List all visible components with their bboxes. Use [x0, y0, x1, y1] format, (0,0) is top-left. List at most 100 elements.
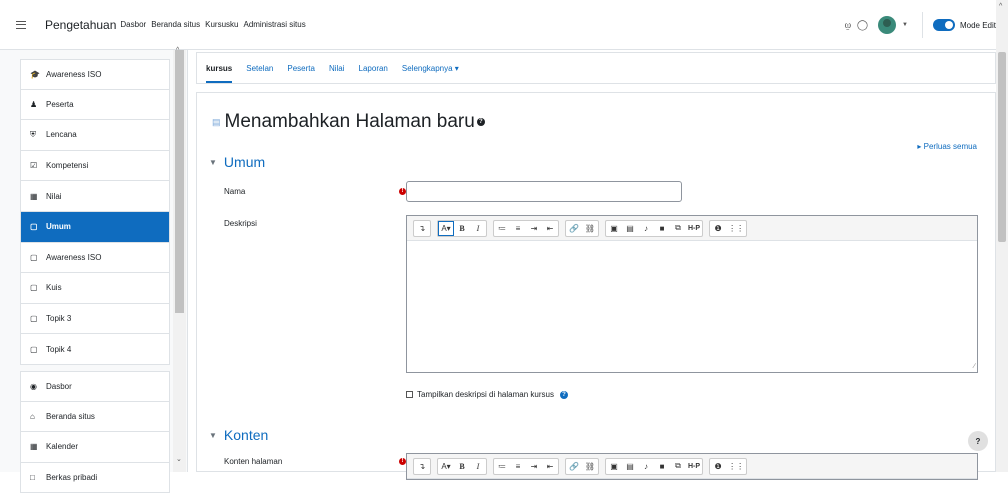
- section-header-konten[interactable]: ▼ Konten: [209, 427, 268, 443]
- site-brand[interactable]: Pengetahuan: [45, 18, 116, 32]
- page-scrollbar[interactable]: ^: [996, 0, 1008, 472]
- outdent-button[interactable]: ⇤: [542, 459, 558, 474]
- unordered-list-button[interactable]: ≔: [494, 221, 510, 236]
- media-icon[interactable]: ▤: [622, 221, 638, 236]
- user-actions: ⍹ ◯ ▼ Mode Edit: [845, 0, 1008, 50]
- help-icon[interactable]: ?: [559, 390, 568, 399]
- html-icon[interactable]: ⋮⋮: [726, 221, 746, 236]
- expand-all-link[interactable]: ▸ Perluas semua: [917, 142, 977, 151]
- edit-mode-label: Mode Edit: [959, 20, 996, 30]
- name-label: Nama: [224, 187, 246, 196]
- tab-nilai[interactable]: Nilai: [329, 64, 345, 73]
- drawer-item-kompetensi[interactable]: ☑ Kompetensi: [20, 150, 170, 182]
- bold-button[interactable]: B: [454, 459, 470, 474]
- chevron-down-icon[interactable]: ▼: [902, 22, 908, 28]
- image-icon[interactable]: ▣: [606, 459, 622, 474]
- chevron-up-icon[interactable]: ^: [999, 3, 1002, 10]
- page-scrollbar-thumb[interactable]: [998, 52, 1006, 242]
- drawer-item-umum[interactable]: ▢ Umum: [20, 211, 170, 243]
- drawer-item-berkas-pribadi[interactable]: □ Berkas pribadi: [20, 462, 170, 493]
- drawer-scrollbar[interactable]: ^ ⌄: [173, 47, 186, 472]
- h5p-button[interactable]: H-P: [686, 221, 702, 236]
- unordered-list-button[interactable]: ≔: [494, 459, 510, 474]
- image-icon[interactable]: ▣: [606, 221, 622, 236]
- chat-icon[interactable]: ◯: [857, 20, 868, 31]
- drawer-item-peserta[interactable]: ♟ Peserta: [20, 89, 170, 121]
- accessibility-icon[interactable]: ❶: [710, 221, 726, 236]
- ordered-list-button[interactable]: ≡: [510, 221, 526, 236]
- unlink-icon[interactable]: ⛓: [582, 459, 598, 474]
- collapse-toolbar-button[interactable]: ↴: [414, 459, 430, 474]
- nav-beranda-situs[interactable]: Beranda situs: [151, 20, 200, 29]
- h5p-button[interactable]: H-P: [686, 459, 702, 474]
- accessibility-icon[interactable]: ❶: [710, 459, 726, 474]
- tab-setelan[interactable]: Setelan: [246, 64, 273, 73]
- drawer-item-nilai[interactable]: ▦ Nilai: [20, 181, 170, 212]
- video-icon[interactable]: ■: [654, 459, 670, 474]
- chevron-down-icon[interactable]: ⌄: [176, 455, 182, 463]
- drawer-item-kuis[interactable]: ▢ Kuis: [20, 273, 170, 304]
- collapse-toolbar-button[interactable]: ↴: [414, 221, 430, 236]
- indent-button[interactable]: ⇥: [526, 459, 542, 474]
- unlink-icon[interactable]: ⛓: [582, 221, 598, 236]
- user-avatar[interactable]: [878, 16, 897, 34]
- main-content: ▤ Menambahkan Halaman baru ? ▸ Perluas s…: [196, 92, 996, 480]
- checkbox[interactable]: [406, 391, 413, 398]
- section-header-umum[interactable]: ▼ Umum: [209, 154, 265, 170]
- folder-icon: ▢: [30, 283, 38, 293]
- drawer-list: 🎓 Awareness ISO ♟ Peserta ⛨ Lencana ☑ Kompet…: [20, 50, 170, 493]
- drawer-item-kalender[interactable]: ▦ Kalender: [20, 432, 170, 463]
- microphone-icon[interactable]: ♪: [638, 221, 654, 236]
- edit-mode-toggle[interactable]: [932, 19, 955, 31]
- bold-button[interactable]: B: [454, 221, 470, 236]
- video-icon[interactable]: ■: [654, 221, 670, 236]
- show-description-checkbox[interactable]: Tampilkan deskripsi di halaman kursus ?: [406, 390, 568, 399]
- checkbox-icon: ☑: [30, 161, 38, 171]
- name-input[interactable]: [406, 181, 682, 202]
- drawer-item-label: Kuis: [46, 283, 62, 293]
- italic-button[interactable]: I: [470, 221, 486, 236]
- drawer-item-awareness-iso[interactable]: 🎓 Awareness ISO: [20, 59, 170, 90]
- link-icon[interactable]: 🔗: [566, 221, 582, 236]
- link-icon[interactable]: 🔗: [566, 459, 582, 474]
- resize-grip-icon[interactable]: ∕: [974, 363, 975, 370]
- drawer-item-beranda-situs[interactable]: ⌂ Beranda situs: [20, 401, 170, 433]
- microphone-icon[interactable]: ♪: [638, 459, 654, 474]
- toolbar-group: ▣ ▤ ♪ ■ ⧉ H-P: [605, 219, 704, 237]
- chevron-up-icon[interactable]: ^: [176, 47, 179, 54]
- description-label: Deskripsi: [224, 219, 257, 228]
- italic-button[interactable]: I: [470, 459, 486, 474]
- drawer-item-awareness-iso-section[interactable]: ▢ Awareness ISO: [20, 242, 170, 274]
- drawer-scrollbar-thumb[interactable]: [175, 50, 184, 313]
- paragraph-style-button[interactable]: A▾: [438, 459, 454, 474]
- indent-button[interactable]: ⇥: [526, 221, 542, 236]
- paragraph-style-button[interactable]: A▾: [438, 220, 454, 236]
- ordered-list-button[interactable]: ≡: [510, 459, 526, 474]
- bell-icon[interactable]: ⍹: [845, 20, 851, 31]
- tab-selengkapnya[interactable]: Selengkapnya ▾: [402, 64, 459, 73]
- editor-toolbar: ↴ A▾ B I ≔ ≡ ⇥ ⇤ 🔗 ⛓ ▣ ▤ ♪ ■ ⧉ H-P ❶ ⋮⋮: [407, 454, 977, 479]
- help-fab-button[interactable]: ?: [968, 431, 988, 451]
- help-icon[interactable]: ?: [476, 118, 485, 126]
- copy-icon[interactable]: ⧉: [670, 221, 686, 236]
- tab-peserta[interactable]: Peserta: [287, 64, 315, 73]
- nav-administrasi-situs[interactable]: Administrasi situs: [243, 20, 305, 29]
- drawer-item-label: Lencana: [46, 130, 77, 140]
- nav-kursusku[interactable]: Kursusku: [205, 20, 238, 29]
- drawer-item-dasbor[interactable]: ◉ Dasbor: [20, 370, 170, 402]
- drawer-item-topik-4[interactable]: ▢ Topik 4: [20, 334, 170, 365]
- nav-dasbor[interactable]: Dasbor: [120, 20, 146, 29]
- html-icon[interactable]: ⋮⋮: [726, 459, 746, 474]
- menu-icon[interactable]: [16, 20, 26, 29]
- outdent-button[interactable]: ⇤: [542, 221, 558, 236]
- tab-kursus[interactable]: kursus: [206, 64, 233, 83]
- drawer-item-topik-3[interactable]: ▢ Topik 3: [20, 303, 170, 335]
- drawer-item-label: Beranda situs: [46, 411, 95, 421]
- media-icon[interactable]: ▤: [622, 459, 638, 474]
- page-title-text: Menambahkan Halaman baru: [224, 111, 475, 132]
- description-textarea[interactable]: ∕: [407, 241, 977, 372]
- copy-icon[interactable]: ⧉: [670, 459, 686, 474]
- drawer-item-lencana[interactable]: ⛨ Lencana: [20, 120, 170, 151]
- tab-laporan[interactable]: Laporan: [359, 64, 388, 73]
- drawer-item-label: Kompetensi: [46, 161, 89, 171]
